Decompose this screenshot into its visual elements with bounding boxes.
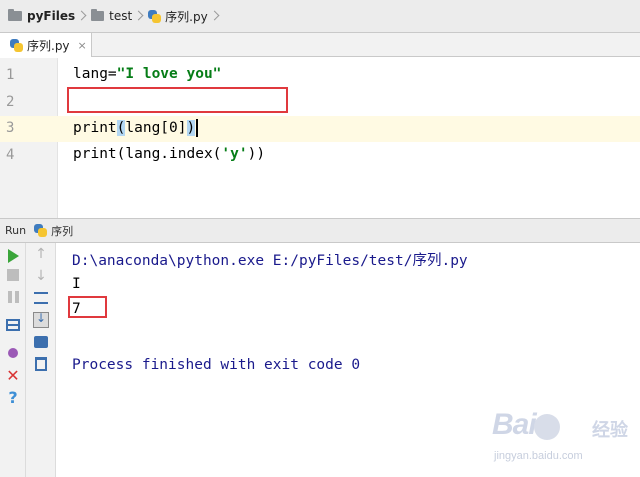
breadcrumb-folder-label: test — [109, 9, 133, 23]
run-config-name[interactable]: 序列 — [51, 223, 73, 239]
arrow-up-icon: ↑ — [35, 246, 47, 262]
close-tab-icon[interactable]: × — [78, 39, 87, 52]
code-text: lang= — [73, 66, 117, 82]
run-title: Run — [5, 224, 27, 237]
close-run-button[interactable]: ✕ — [4, 367, 22, 385]
rerun-button[interactable] — [4, 247, 22, 265]
code-text: print(lang.index( — [73, 146, 222, 162]
pin-tab-button[interactable] — [4, 344, 22, 362]
close-icon: ✕ — [6, 366, 20, 385]
up-stack-button[interactable]: ↑ — [32, 245, 50, 263]
clear-all-button[interactable] — [32, 355, 50, 373]
chevron-right-icon — [211, 10, 218, 22]
folder-icon — [8, 9, 22, 21]
annotation-box-output — [68, 296, 107, 318]
restore-layout-button[interactable] — [4, 316, 22, 334]
down-stack-button[interactable]: ↓ — [32, 267, 50, 285]
code-line-1[interactable]: lang="I love you" — [73, 66, 221, 82]
watermark-url: jingyan.baidu.com — [494, 450, 583, 462]
folder-icon — [91, 9, 105, 21]
navigation-bar: pyFiles test 序列.py — [0, 0, 640, 33]
code-line-4[interactable]: print(lang.index('y')) — [73, 146, 265, 162]
run-toolbar-left: ✕ ? — [0, 243, 26, 477]
arrow-down-icon: ↓ — [35, 268, 47, 284]
scroll-to-end-icon — [33, 311, 49, 328]
python-run-config-icon — [34, 224, 48, 237]
line-number: 3 — [6, 120, 15, 136]
text-caret — [196, 119, 199, 137]
print-button[interactable] — [32, 333, 50, 351]
play-icon — [7, 249, 19, 263]
stop-button[interactable] — [4, 266, 22, 284]
watermark-logo-text: Bai — [492, 408, 537, 441]
pin-icon — [8, 348, 18, 358]
string-literal: 'y' — [221, 146, 248, 162]
code-line-3[interactable]: print(lang[0]) — [73, 119, 199, 137]
chevron-right-icon — [78, 10, 85, 22]
code-editor[interactable]: 1 2 3 4 lang="I love you" print(lang[0])… — [0, 58, 640, 218]
tab-label: 序列.py — [27, 38, 70, 53]
baidu-paw-icon — [534, 414, 560, 440]
tab-sequence-py[interactable]: 序列.py × — [0, 33, 92, 57]
matched-bracket: ) — [186, 120, 196, 136]
help-button[interactable]: ? — [4, 389, 22, 407]
run-toolbar-right: ↑ ↓ — [26, 243, 56, 477]
console-output-line: I — [72, 276, 81, 292]
pause-icon — [7, 291, 19, 303]
line-number: 1 — [6, 67, 15, 83]
string-literal: "I love you" — [116, 66, 222, 82]
help-icon: ? — [8, 388, 18, 407]
chevron-right-icon — [135, 10, 142, 22]
breadcrumb-file-label: 序列.py — [165, 9, 208, 24]
python-file-icon — [10, 38, 23, 52]
line-number: 2 — [6, 94, 15, 110]
run-tool-window-header: Run 序列 — [0, 218, 640, 243]
watermark-cn-text: 经验 — [592, 420, 628, 441]
annotation-box-code — [67, 87, 288, 113]
console-process-finished: Process finished with exit code 0 — [72, 357, 361, 373]
scroll-to-end-button[interactable] — [32, 311, 50, 329]
breadcrumb-file[interactable]: 序列.py — [148, 6, 208, 26]
soft-wrap-icon — [34, 292, 48, 304]
python-file-icon — [148, 9, 162, 23]
soft-wrap-button[interactable] — [32, 289, 50, 307]
baidu-jingyan-watermark: Bai 经验 jingyan.baidu.com — [488, 408, 638, 468]
breadcrumb-project-label: pyFiles — [27, 9, 76, 23]
layout-icon — [6, 319, 20, 331]
pause-button[interactable] — [4, 288, 22, 306]
code-text: print — [73, 120, 117, 136]
breadcrumb-project[interactable]: pyFiles — [8, 6, 75, 26]
trash-icon — [35, 357, 47, 371]
code-text: )) — [247, 146, 266, 162]
printer-icon — [34, 336, 48, 348]
stop-icon — [7, 269, 19, 281]
code-text: lang[0] — [125, 120, 187, 136]
breadcrumb-folder[interactable]: test — [91, 6, 132, 26]
editor-tab-bar: 序列.py × — [0, 33, 640, 57]
console-command-line: D:\anaconda\python.exe E:/pyFiles/test/序… — [72, 253, 468, 269]
line-number: 4 — [6, 147, 15, 163]
